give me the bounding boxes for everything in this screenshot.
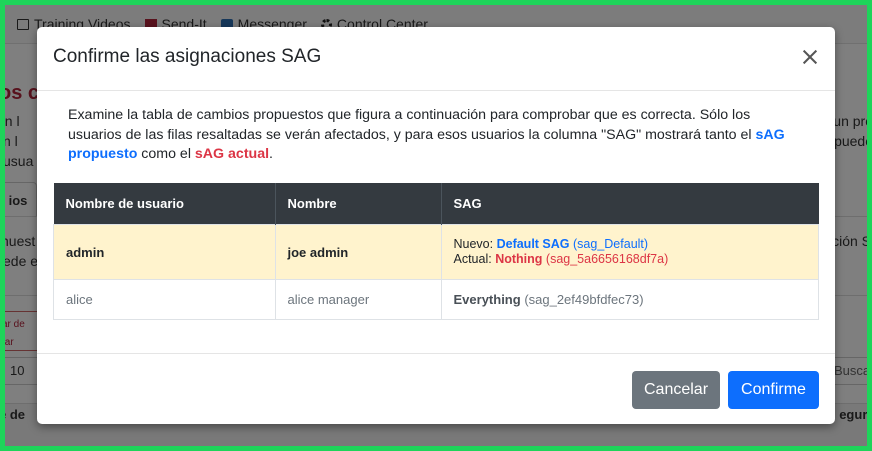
sag-current-line: Actual: Nothing (sag_5a6656168df7a) (453, 252, 669, 266)
close-icon[interactable] (799, 46, 821, 68)
table-header-row: Nombre de usuario Nombre SAG (53, 183, 819, 225)
column-header-sag: SAG (441, 183, 819, 225)
modal-footer: Cancelar Confirme (37, 353, 835, 424)
current-sag-label: sAG actual (194, 146, 270, 162)
table-row: alice alice manager Everything (sag_2ef4… (53, 279, 819, 320)
modal-title: Confirme las asignaciones SAG (53, 46, 322, 67)
app-window: Training Videos Send-It Messenger Contro… (5, 5, 867, 446)
confirm-button[interactable]: Confirme (728, 371, 819, 409)
sag-code: (sag_2ef49bfdfec73) (524, 292, 644, 307)
table-row-highlighted: admin joe admin Nuevo: Default SAG (sag_… (53, 224, 819, 280)
confirm-sag-modal: Confirme las asignaciones SAG Examine la… (37, 27, 835, 424)
sag-new-line: Nuevo: Default SAG (sag_Default) (453, 237, 649, 251)
cell-name: alice manager (274, 279, 442, 320)
modal-body: Examine la tabla de cambios propuestos q… (53, 106, 819, 320)
modal-header: Confirme las asignaciones SAG (37, 27, 835, 91)
cancel-button[interactable]: Cancelar (632, 371, 720, 409)
sag-current-code: (sag_5a6656168df7a) (545, 252, 669, 266)
sag-new-value: Default SAG (496, 237, 570, 251)
cell-sag: Nuevo: Default SAG (sag_Default) Actual:… (440, 224, 819, 280)
modal-description: Examine la tabla de cambios propuestos q… (68, 107, 785, 162)
cell-name: joe admin (274, 224, 442, 280)
column-header-name: Nombre (275, 183, 442, 225)
sag-new-code: (sag_Default) (573, 237, 649, 251)
sag-current-value: Nothing (495, 252, 543, 266)
cell-username: admin (53, 224, 276, 280)
cell-sag: Everything (sag_2ef49bfdfec73) (440, 279, 819, 320)
sag-value: Everything (453, 292, 521, 307)
column-header-username: Nombre de usuario (53, 183, 276, 225)
sag-changes-table: Nombre de usuario Nombre SAG admin joe a… (53, 183, 819, 320)
cell-username: alice (53, 279, 276, 320)
